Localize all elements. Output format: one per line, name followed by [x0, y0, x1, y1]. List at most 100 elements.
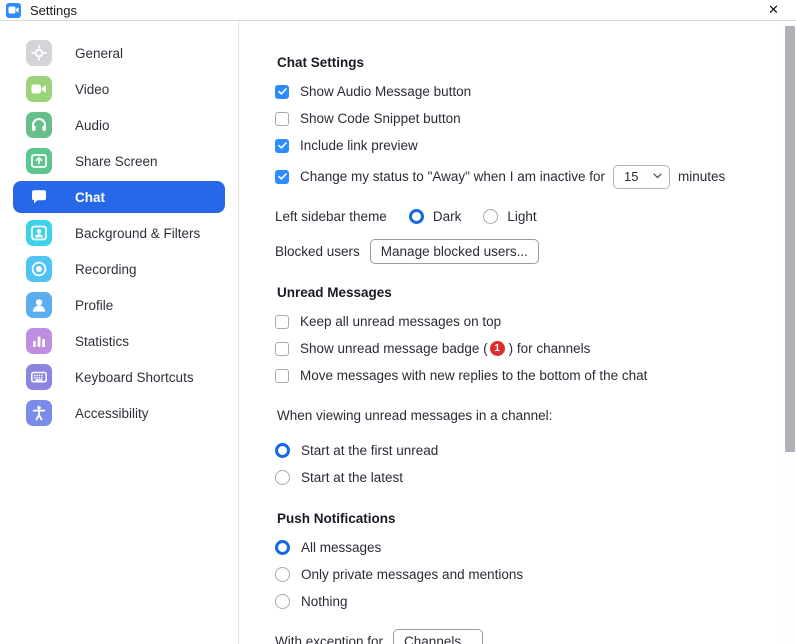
left-sidebar-theme-row: Left sidebar theme Dark Light — [275, 204, 796, 229]
video-icon — [26, 76, 52, 102]
label-theme-light: Light — [507, 209, 537, 224]
away-minutes-select[interactable]: 15 — [612, 164, 670, 189]
checkbox-keep-unread-on-top[interactable] — [275, 314, 289, 329]
sidebar-item-audio[interactable]: Audio — [13, 109, 225, 141]
label-only-private-messages: Only private messages and mentions — [301, 567, 524, 582]
sidebar-item-keyboard-shortcuts[interactable]: Keyboard Shortcuts — [13, 361, 225, 393]
person-frame-icon — [26, 220, 52, 246]
radio-option-theme-dark[interactable]: Dark — [408, 209, 462, 224]
sidebar-item-statistics[interactable]: Statistics — [13, 325, 225, 357]
label-nothing: Nothing — [301, 594, 348, 609]
sidebar-item-label: Statistics — [75, 333, 130, 349]
sidebar-item-label: General — [75, 45, 124, 61]
chat-bubble-icon — [26, 184, 52, 210]
label-start-latest: Start at the latest — [301, 470, 404, 485]
label-include-link-preview: Include link preview — [300, 138, 418, 153]
zoom-video-icon — [6, 2, 21, 18]
option-all-messages[interactable]: All messages — [275, 535, 796, 560]
label-show-unread-badge-part2: ) for channels — [508, 341, 591, 356]
window-title: Settings — [30, 2, 77, 18]
sidebar-item-recording[interactable]: Recording — [13, 253, 225, 285]
blocked-users-row: Blocked users Manage blocked users... — [275, 239, 796, 264]
share-screen-icon — [26, 148, 52, 174]
option-start-first-unread[interactable]: Start at the first unread — [275, 438, 796, 463]
option-show-code-snippet-button[interactable]: Show Code Snippet button — [275, 106, 796, 131]
exception-row: With exception for Channels... — [275, 629, 796, 644]
bar-chart-icon — [26, 328, 52, 354]
manage-blocked-users-button[interactable]: Manage blocked users... — [369, 239, 539, 264]
checkbox-show-code-snippet-button[interactable] — [275, 111, 289, 126]
label-move-messages-bottom: Move messages with new replies to the bo… — [300, 368, 648, 383]
close-icon[interactable]: ✕ — [751, 0, 796, 20]
option-keep-unread-on-top[interactable]: Keep all unread messages on top — [275, 309, 796, 334]
unread-count-badge: 1 — [489, 341, 505, 356]
option-show-audio-message-button[interactable]: Show Audio Message button — [275, 79, 796, 104]
viewing-unread-label-row: When viewing unread messages in a channe… — [277, 403, 796, 428]
option-include-link-preview[interactable]: Include link preview — [275, 133, 796, 158]
checkbox-show-audio-message-button[interactable] — [275, 84, 289, 99]
radio-nothing[interactable] — [275, 594, 290, 609]
sidebar-item-label: Audio — [75, 117, 110, 133]
sidebar-item-label: Background & Filters — [75, 225, 201, 241]
option-nothing[interactable]: Nothing — [275, 589, 796, 614]
label-show-unread-badge-part1: Show unread message badge ( — [300, 341, 488, 356]
option-only-private-messages[interactable]: Only private messages and mentions — [275, 562, 796, 587]
radio-only-private-messages[interactable] — [275, 567, 290, 582]
sidebar-item-label: Keyboard Shortcuts — [75, 369, 194, 385]
sidebar-item-accessibility[interactable]: Accessibility — [13, 397, 225, 429]
radio-start-first-unread[interactable] — [275, 443, 290, 458]
channels-exception-button[interactable]: Channels... — [393, 629, 484, 644]
radio-option-theme-light[interactable]: Light — [483, 209, 537, 224]
radio-theme-dark[interactable] — [408, 209, 424, 224]
window-body: General Video Audio Share Screen Chat Backgro… — [0, 20, 796, 644]
sidebar-item-label: Profile — [75, 297, 114, 313]
sidebar-item-chat[interactable]: Chat — [13, 181, 225, 213]
accessibility-icon — [26, 400, 52, 426]
sidebar-item-label: Accessibility — [75, 405, 149, 421]
person-icon — [26, 292, 52, 318]
left-sidebar-theme-label: Left sidebar theme — [275, 209, 387, 224]
label-show-audio-message-button: Show Audio Message button — [300, 84, 472, 99]
sidebar-item-general[interactable]: General — [13, 37, 225, 69]
settings-sidebar: General Video Audio Share Screen Chat Backgro… — [0, 21, 239, 644]
sidebar-item-label: Share Screen — [75, 153, 158, 169]
option-move-messages-bottom[interactable]: Move messages with new replies to the bo… — [275, 363, 796, 388]
title-bar: Settings ✕ — [0, 0, 796, 20]
label-all-messages: All messages — [301, 540, 382, 555]
sidebar-item-label: Video — [75, 81, 110, 97]
radio-theme-light[interactable] — [483, 209, 499, 224]
push-notifications-heading: Push Notifications — [277, 511, 396, 526]
headphones-icon — [26, 112, 52, 138]
label-show-code-snippet-button: Show Code Snippet button — [300, 111, 461, 126]
chat-settings-heading: Chat Settings — [277, 55, 365, 70]
blocked-users-label: Blocked users — [275, 244, 360, 259]
radio-start-latest[interactable] — [275, 470, 290, 485]
chevron-down-icon — [653, 172, 662, 182]
option-away-status[interactable]: Change my status to "Away" when I am ina… — [275, 164, 796, 189]
sidebar-item-share-screen[interactable]: Share Screen — [13, 145, 225, 177]
checkbox-include-link-preview[interactable] — [275, 138, 289, 153]
sidebar-item-label: Recording — [75, 261, 137, 277]
label-start-first-unread: Start at the first unread — [301, 443, 439, 458]
viewing-unread-label: When viewing unread messages in a channe… — [277, 408, 553, 423]
radio-all-messages[interactable] — [275, 540, 290, 555]
checkbox-away-status[interactable] — [275, 169, 289, 184]
sidebar-item-profile[interactable]: Profile — [13, 289, 225, 321]
checkbox-move-messages-bottom[interactable] — [275, 368, 289, 383]
checkbox-show-unread-badge[interactable] — [275, 341, 289, 356]
sidebar-item-video[interactable]: Video — [13, 73, 225, 105]
label-theme-dark: Dark — [432, 209, 462, 224]
sidebar-item-background-filters[interactable]: Background & Filters — [13, 217, 225, 249]
record-circle-icon — [26, 256, 52, 282]
gear-icon — [26, 40, 52, 66]
option-show-unread-badge[interactable]: Show unread message badge ( 1 ) for chan… — [275, 336, 796, 361]
away-minutes-unit: minutes — [677, 169, 726, 184]
exception-label: With exception for — [275, 634, 384, 644]
option-start-latest[interactable]: Start at the latest — [275, 465, 796, 490]
scrollbar-thumb[interactable] — [785, 26, 795, 452]
sidebar-item-label: Chat — [75, 189, 105, 205]
unread-messages-heading: Unread Messages — [277, 285, 392, 300]
settings-content-panel: Chat Settings Show Audio Message button … — [239, 21, 796, 644]
label-away-status: Change my status to "Away" when I am ina… — [300, 169, 605, 184]
vertical-scrollbar[interactable] — [783, 21, 796, 644]
